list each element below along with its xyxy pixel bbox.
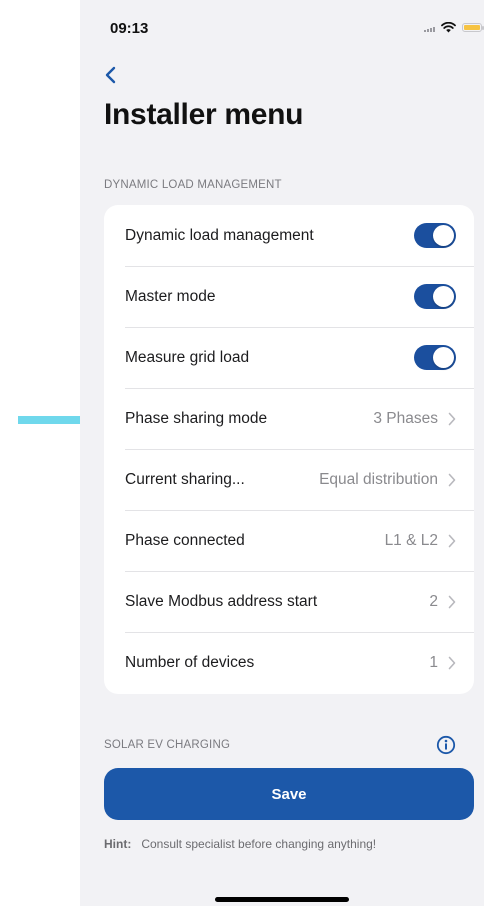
- row-label: Master mode: [125, 287, 216, 305]
- row-number-of-devices[interactable]: Number of devices 1: [104, 632, 474, 693]
- row-label: Current sharing...: [125, 470, 245, 488]
- battery-icon: [462, 23, 484, 32]
- measure-grid-load-toggle[interactable]: [414, 345, 456, 370]
- row-value: Equal distribution: [319, 470, 438, 488]
- row-value: 2: [429, 592, 438, 610]
- row-label: Dynamic load management: [125, 226, 314, 244]
- signal-icon: [424, 24, 435, 32]
- row-label: Phase connected: [125, 531, 245, 549]
- row-label: Measure grid load: [125, 348, 250, 366]
- section-header-dynamic-load: DYNAMIC LOAD MANAGEMENT: [104, 179, 282, 191]
- section-header-solar: SOLAR EV CHARGING: [104, 739, 231, 751]
- row-dynamic-load-management: Dynamic load management: [104, 205, 474, 266]
- page: 09:13 Installer menu DYNAMIC LOAD MANAGE…: [0, 0, 484, 906]
- row-value: 1: [429, 653, 438, 671]
- page-title: Installer menu: [104, 98, 304, 131]
- hint: Hint: Consult specialist before changing …: [104, 837, 376, 851]
- dynamic-load-toggle[interactable]: [414, 223, 456, 248]
- row-value: 3 Phases: [373, 409, 438, 427]
- back-chevron-icon[interactable]: [102, 64, 122, 86]
- master-mode-toggle[interactable]: [414, 284, 456, 309]
- info-icon[interactable]: [436, 735, 456, 755]
- wifi-icon: [441, 22, 456, 33]
- status-time: 09:13: [110, 20, 149, 37]
- row-phase-connected[interactable]: Phase connected L1 & L2: [104, 510, 474, 571]
- row-current-sharing[interactable]: Current sharing... Equal distribution: [104, 449, 474, 510]
- row-slave-modbus-address[interactable]: Slave Modbus address start 2: [104, 571, 474, 632]
- hint-label: Hint:: [104, 837, 132, 851]
- hint-text: Consult specialist before changing anyth…: [141, 837, 377, 851]
- save-button[interactable]: Save: [104, 768, 474, 820]
- home-indicator[interactable]: [215, 897, 349, 902]
- chevron-right-icon: [448, 595, 456, 608]
- row-phase-sharing-mode[interactable]: Phase sharing mode 3 Phases: [104, 388, 474, 449]
- phone-screen: 09:13 Installer menu DYNAMIC LOAD MANAGE…: [80, 0, 484, 906]
- row-label: Phase sharing mode: [125, 409, 268, 427]
- chevron-right-icon: [448, 473, 456, 486]
- chevron-right-icon: [448, 412, 456, 425]
- row-master-mode: Master mode: [104, 266, 474, 327]
- chevron-right-icon: [448, 534, 456, 547]
- status-icons: [424, 22, 484, 33]
- row-measure-grid-load: Measure grid load: [104, 327, 474, 388]
- row-value: L1 & L2: [384, 531, 438, 549]
- dynamic-load-card: Dynamic load management Master mode Meas…: [104, 205, 474, 694]
- row-label: Number of devices: [125, 653, 255, 671]
- chevron-right-icon: [448, 656, 456, 669]
- row-label: Slave Modbus address start: [125, 592, 318, 610]
